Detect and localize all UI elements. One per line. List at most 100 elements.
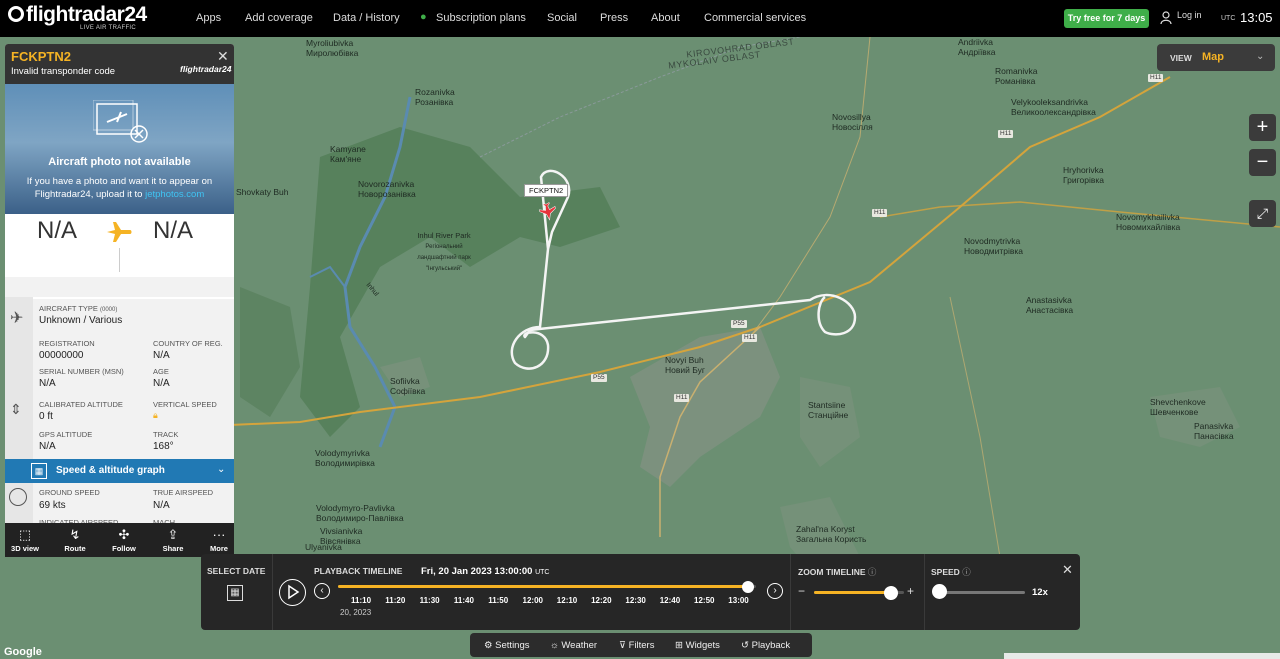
- road-badge: P55: [731, 320, 747, 328]
- place-label: Myroliubivka Миролюбівка: [306, 38, 359, 58]
- graph-icon: ▦: [31, 463, 47, 479]
- place-label: Stantsiine Станційне: [808, 400, 849, 420]
- timeline-tick: 11:30: [419, 596, 440, 605]
- play-button[interactable]: [279, 579, 306, 606]
- nav-social[interactable]: Social: [547, 12, 577, 24]
- nav-add-coverage[interactable]: Add coverage: [245, 12, 313, 24]
- aircraft-info-panel: FCKPTN2 Invalid transponder code ✕ fligh…: [5, 44, 234, 557]
- callsign: FCKPTN2: [11, 49, 71, 64]
- calendar-icon[interactable]: ▦: [227, 585, 243, 601]
- more-button[interactable]: More: [199, 544, 239, 553]
- brand-logo[interactable]: flightradar24: [26, 3, 147, 27]
- place-label: Anastasivka Анастасівка: [1026, 295, 1074, 315]
- place-label: Volodymyrivka Володимирівка: [315, 448, 375, 468]
- age-value: N/A: [153, 378, 170, 389]
- timeline-tick: 12:50: [694, 596, 715, 605]
- place-label: Novomykhailivka Новомихайлівка: [1116, 212, 1181, 232]
- place-label: Panasivka Панасівка: [1194, 421, 1234, 441]
- track-label: TRACK: [153, 430, 179, 439]
- playback-button[interactable]: ↺ Playback: [741, 640, 790, 651]
- weather-button[interactable]: ☼ Weather: [550, 640, 597, 651]
- tas-label: TRUE AIRSPEED: [153, 488, 214, 497]
- zoom-in-button[interactable]: +: [1249, 114, 1276, 141]
- cal-alt-label: CALIBRATED ALTITUDE: [39, 400, 123, 409]
- place-label: Hryhorivka Григорівка: [1063, 165, 1105, 185]
- route-button[interactable]: Route: [55, 544, 95, 553]
- jetphotos-link[interactable]: jetphotos.com: [145, 189, 204, 200]
- timeline-tick: 11:40: [453, 596, 474, 605]
- close-icon[interactable]: ✕: [1062, 562, 1073, 578]
- zoom-progress: [814, 591, 891, 594]
- utc-label: UTC: [1221, 15, 1236, 22]
- divider: [924, 554, 925, 630]
- zoom-handle[interactable]: [883, 586, 898, 600]
- filters-button[interactable]: ⊽ Filters: [619, 640, 654, 651]
- settings-button[interactable]: ⚙ Settings: [484, 640, 530, 651]
- gps-alt-label: GPS ALTITUDE: [39, 430, 93, 439]
- nav-press[interactable]: Press: [600, 12, 628, 24]
- close-icon[interactable]: ✕: [217, 48, 229, 65]
- google-logo: Google: [4, 646, 42, 658]
- timeline-handle[interactable]: [741, 581, 754, 593]
- zoom-timeline-label: ZOOM TIMELINE ⓘ: [798, 567, 877, 577]
- registration-label: REGISTRATION: [39, 339, 95, 348]
- panel-header: FCKPTN2 Invalid transponder code ✕ fligh…: [5, 44, 234, 84]
- speed-altitude-graph-toggle[interactable]: ▦ Speed & altitude graph ⌄: [5, 459, 234, 483]
- zoom-out-button[interactable]: −: [1249, 149, 1276, 176]
- aircraft-subtitle: Invalid transponder code: [11, 66, 116, 77]
- nav-data-history[interactable]: Data / History: [333, 12, 400, 24]
- place-label: Volodymyro-Pavlivka Володимиро-Павлівка: [316, 503, 404, 523]
- share-button[interactable]: Share: [153, 544, 193, 553]
- 3d-view-button[interactable]: 3D view: [5, 544, 45, 553]
- timeline-tick: 11:20: [385, 596, 406, 605]
- try-free-button[interactable]: Try free for 7 days: [1064, 9, 1149, 28]
- place-label: Ulyanivka: [305, 542, 342, 552]
- place-label: Zahal'na Koryst Загальна Користь: [796, 524, 867, 544]
- user-icon[interactable]: [1160, 11, 1172, 25]
- logo-icon[interactable]: [8, 6, 24, 22]
- timeline-tick: 12:30: [625, 596, 646, 605]
- nav-subscription-plans[interactable]: Subscription plans: [436, 12, 526, 24]
- lock-icon[interactable]: 🔒︎: [153, 410, 158, 421]
- speed-track[interactable]: [939, 591, 1025, 594]
- follow-button[interactable]: Follow: [104, 544, 144, 553]
- aircraft-type-value: Unknown / Various: [39, 315, 123, 326]
- view-selector[interactable]: VIEW Map ⌄: [1157, 44, 1275, 71]
- origin-code: N/A: [37, 217, 78, 244]
- aircraft-type-label: AIRCRAFT TYPE (0000): [39, 304, 118, 313]
- cube-3d-icon: ⬚: [18, 527, 32, 542]
- serial-value: N/A: [39, 378, 56, 389]
- place-label: Rozanivka Розанівка: [415, 87, 455, 107]
- road-badge: H11: [1148, 74, 1164, 82]
- gear-icon: ⚙: [484, 640, 493, 651]
- zoom-plus-icon[interactable]: +: [907, 584, 914, 598]
- nav-about[interactable]: About: [651, 12, 680, 24]
- place-label: Andriivka Андріївка: [958, 37, 996, 57]
- timeline-forward-button[interactable]: ›: [767, 583, 783, 599]
- timeline-back-button[interactable]: ‹: [314, 583, 330, 599]
- timeline-tick: 11:50: [488, 596, 509, 605]
- place-label: Novosillya Новосілля: [832, 112, 873, 132]
- nav-commercial-services[interactable]: Commercial services: [704, 12, 806, 24]
- tick-date: 20, 2023: [340, 608, 372, 617]
- filter-icon: ⊽: [619, 640, 626, 651]
- widgets-icon: ⊞: [675, 640, 683, 651]
- follow-icon: ✣: [118, 527, 130, 542]
- airplane-icon: ✈: [10, 310, 24, 327]
- login-link[interactable]: Log in: [1177, 10, 1202, 20]
- speed-handle[interactable]: [932, 584, 947, 599]
- ground-speed-value: 69 kts: [39, 500, 66, 511]
- aircraft-callsign-tag[interactable]: FCKPTN2: [524, 184, 569, 197]
- place-label: Novorozanivka Новорозанівка: [358, 179, 416, 199]
- place-label: Novyi Buh Новий Буг: [665, 355, 705, 375]
- nav-apps[interactable]: Apps: [196, 12, 221, 24]
- widgets-button[interactable]: ⊞ Widgets: [675, 640, 720, 651]
- zoom-minus-icon[interactable]: −: [798, 584, 805, 598]
- route-icon: ↯: [69, 527, 81, 542]
- fullscreen-button[interactable]: ⤢: [1249, 200, 1276, 227]
- photo-title: Aircraft photo not available: [48, 156, 191, 168]
- top-navigation-bar: flightradar24 LIVE AIR TRAFFIC Apps Add …: [0, 0, 1280, 37]
- route-footer: [5, 277, 234, 297]
- route-divider: [119, 248, 120, 272]
- ground-speed-label: GROUND SPEED: [39, 488, 100, 497]
